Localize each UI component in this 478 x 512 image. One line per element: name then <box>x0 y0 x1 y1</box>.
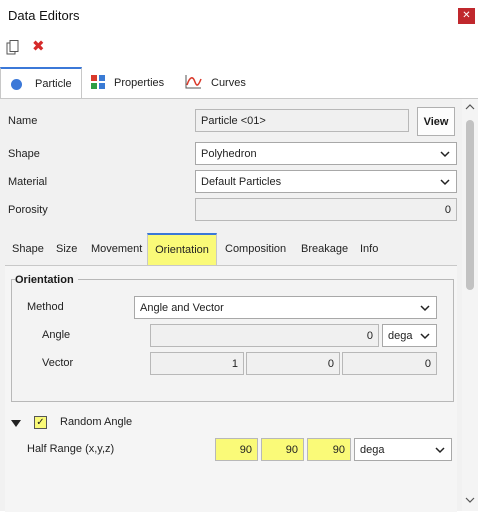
subtab-info[interactable]: Info <box>360 233 378 265</box>
chevron-down-icon <box>420 333 430 340</box>
scrollbar-thumb[interactable] <box>466 120 474 290</box>
porosity-label: Porosity <box>8 204 48 216</box>
material-label: Material <box>8 176 48 188</box>
chevron-down-icon <box>440 179 450 186</box>
scroll-up-icon[interactable] <box>465 102 475 114</box>
scroll-down-icon[interactable] <box>465 495 475 507</box>
vector-label: Vector <box>42 357 74 369</box>
sub-tab-strip: Shape Size Movement Orientation Composit… <box>5 233 457 265</box>
chevron-down-icon <box>440 151 450 158</box>
angle-label: Angle <box>42 329 71 341</box>
half-range-z-field[interactable]: 90 <box>307 438 351 461</box>
view-button[interactable]: View <box>417 107 455 136</box>
delete-icon[interactable]: ✖ <box>32 39 46 55</box>
subtab-size[interactable]: Size <box>56 233 77 265</box>
name-label: Name <box>8 115 38 127</box>
random-angle-label: Random Angle <box>60 416 133 428</box>
half-range-unit-select[interactable]: dega <box>354 438 452 461</box>
tab-curves-label: Curves <box>211 77 246 89</box>
angle-unit-select[interactable]: dega <box>382 324 437 347</box>
subtab-breakage[interactable]: Breakage <box>301 233 348 265</box>
vector-y-field[interactable]: 0 <box>246 352 340 375</box>
half-range-unit-value: dega <box>360 443 385 456</box>
chevron-down-icon <box>420 305 430 312</box>
method-select[interactable]: Angle and Vector <box>134 296 437 319</box>
porosity-field[interactable]: 0 <box>195 198 457 221</box>
subtab-shape[interactable]: Shape <box>12 233 44 265</box>
shape-label: Shape <box>8 148 40 160</box>
angle-field[interactable]: 0 <box>150 324 379 347</box>
tab-particle[interactable]: Particle <box>0 67 82 99</box>
half-range-label: Half Range (x,y,z) <box>27 443 115 455</box>
tab-properties-label: Properties <box>114 77 165 89</box>
tab-properties[interactable]: Properties <box>91 68 181 98</box>
chevron-down-icon <box>435 447 445 454</box>
window-title: Data Editors <box>8 8 80 23</box>
subtab-composition[interactable]: Composition <box>225 233 286 265</box>
properties-grid-icon <box>91 74 105 92</box>
orientation-group-title: Orientation <box>15 274 78 286</box>
subtab-movement[interactable]: Movement <box>91 233 142 265</box>
tab-curves[interactable]: Curves <box>185 68 259 98</box>
material-select[interactable]: Default Particles <box>195 170 457 193</box>
name-field[interactable]: Particle <01> <box>195 109 409 132</box>
angle-unit-value: dega <box>388 329 413 342</box>
tab-particle-label: Particle <box>35 78 72 90</box>
shape-select-value: Polyhedron <box>201 147 257 160</box>
close-icon[interactable]: ✕ <box>458 8 475 24</box>
method-select-value: Angle and Vector <box>140 301 224 314</box>
shape-select[interactable]: Polyhedron <box>195 142 457 165</box>
method-label: Method <box>27 301 64 313</box>
collapse-triangle-icon[interactable] <box>11 420 21 427</box>
material-select-value: Default Particles <box>201 175 282 188</box>
vector-z-field[interactable]: 0 <box>342 352 437 375</box>
blue-circle-icon <box>11 78 22 90</box>
random-angle-checkbox[interactable]: ✓ <box>34 416 47 429</box>
vector-x-field[interactable]: 1 <box>150 352 244 375</box>
new-document-icon[interactable] <box>6 40 20 55</box>
half-range-y-field[interactable]: 90 <box>261 438 304 461</box>
half-range-x-field[interactable]: 90 <box>215 438 258 461</box>
subtab-orientation[interactable]: Orientation <box>147 233 217 265</box>
curve-chart-icon <box>185 74 202 92</box>
